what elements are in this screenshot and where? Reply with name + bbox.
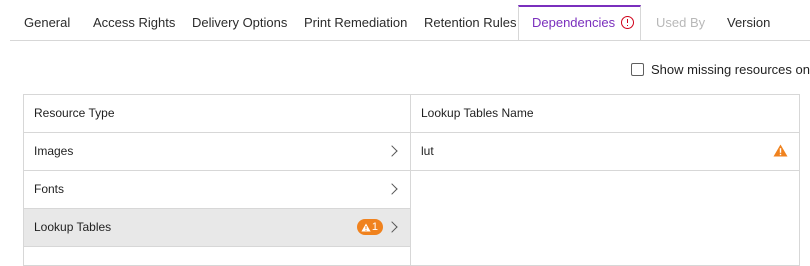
tab-retention-rules[interactable]: Retention Rules [424, 6, 517, 40]
chevron-right-icon [386, 145, 398, 157]
resource-type-header: Resource Type [24, 95, 410, 133]
tab-dependencies-label: Dependencies [532, 15, 616, 30]
tab-version[interactable]: Version [727, 6, 770, 40]
tab-bar: General Access Rights Delivery Options P… [10, 5, 810, 41]
tab-used-by: Used By [656, 15, 706, 30]
chevron-right-icon [386, 221, 398, 233]
tab-print-remediation[interactable]: Print Remediation [304, 6, 407, 40]
resource-row-images[interactable]: Images [24, 133, 410, 171]
resource-type-panel: Resource Type Images Fonts Lookup Tables… [23, 94, 411, 266]
show-missing-checkbox[interactable] [631, 62, 644, 76]
warning-triangle-icon [361, 223, 371, 231]
warning-count-badge: 1 [356, 219, 383, 235]
tab-general[interactable]: General [24, 6, 70, 40]
tab-access-rights[interactable]: Access Rights [93, 6, 175, 40]
warning-count: 1 [371, 221, 378, 233]
chevron-right-icon [386, 183, 398, 195]
lookup-table-row[interactable]: lut [411, 133, 799, 171]
resource-row-lookup-tables[interactable]: Lookup Tables 1 [24, 209, 410, 247]
tab-delivery-options[interactable]: Delivery Options [192, 6, 287, 40]
lookup-table-name: lut [421, 144, 434, 158]
warning-triangle-icon [773, 144, 788, 157]
resource-row-label: Images [34, 144, 74, 158]
show-missing-toggle[interactable]: Show missing resources only [631, 61, 810, 77]
show-missing-label: Show missing resources only [651, 61, 810, 77]
resource-row-label: Fonts [34, 182, 65, 196]
resource-row-fonts[interactable]: Fonts [24, 171, 410, 209]
resource-row-label: Lookup Tables [34, 220, 112, 234]
lookup-tables-panel: Lookup Tables Name lut [410, 94, 800, 266]
lookup-tables-header: Lookup Tables Name [411, 95, 799, 133]
alert-circle-icon [621, 16, 635, 29]
tab-dependencies[interactable]: Dependencies [518, 5, 641, 40]
